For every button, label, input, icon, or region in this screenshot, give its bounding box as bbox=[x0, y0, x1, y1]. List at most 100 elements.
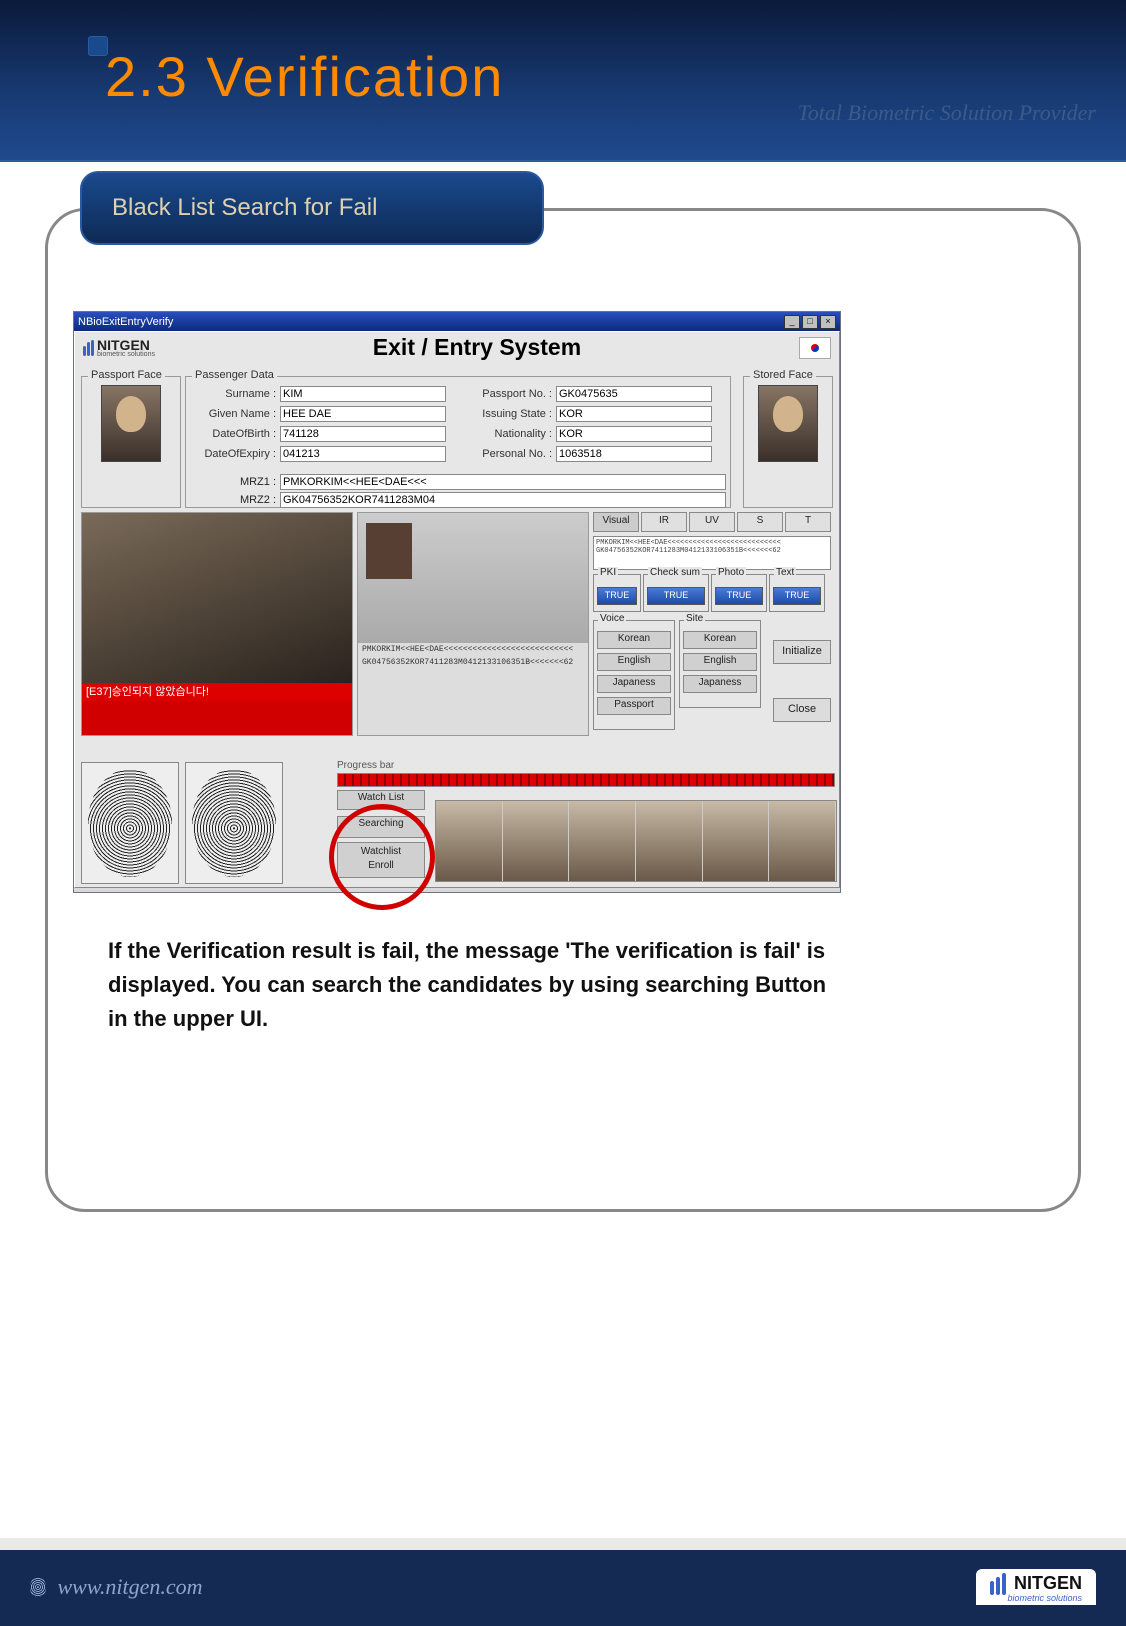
app-title: Exit / Entry System bbox=[165, 334, 789, 361]
dob-input[interactable] bbox=[280, 426, 446, 442]
fingerprint-row bbox=[81, 762, 283, 884]
camera-pane: [E37]승인되지 않았습니다! bbox=[81, 512, 353, 736]
voice-english-button[interactable]: English bbox=[597, 653, 671, 671]
site-japanese-button[interactable]: Japaness bbox=[683, 675, 757, 693]
nat-input[interactable] bbox=[556, 426, 712, 442]
passport-scan-pane: PMKORKIM<<HEE<DAE<<<<<<<<<<<<<<<<<<<<<<<… bbox=[357, 512, 589, 736]
slide-footer: www.nitgen.com NITGEN biometric solution… bbox=[0, 1538, 1126, 1626]
progress-bar bbox=[337, 773, 835, 787]
stored-face-group: Stored Face bbox=[743, 376, 833, 508]
voice-korean-button[interactable]: Korean bbox=[597, 631, 671, 649]
error-band bbox=[82, 701, 352, 735]
passenger-data-legend: Passenger Data bbox=[192, 369, 277, 381]
fingerprint-1 bbox=[81, 762, 179, 884]
passport-scan-image bbox=[358, 513, 588, 643]
tagline: Total Biometric Solution Provider bbox=[798, 100, 1096, 126]
state-label: Issuing State : bbox=[466, 408, 556, 420]
mrz-preview: PMKORKIM<<HEE<DAE<<<<<<<<<<<<<<<<<<<<<<<… bbox=[593, 536, 831, 570]
text-value: TRUE bbox=[773, 587, 821, 605]
stored-face-photo bbox=[758, 385, 818, 462]
progress-label: Progress bar bbox=[337, 760, 835, 771]
mrz1-input[interactable] bbox=[280, 474, 726, 490]
mrz2-input[interactable] bbox=[280, 492, 726, 508]
tab-visual[interactable]: Visual bbox=[593, 512, 639, 532]
scan-mrz-line2: GK04756352KOR7411283M0412133106351B<<<<<… bbox=[358, 656, 588, 669]
pno-label: Personal No. : bbox=[466, 448, 556, 460]
checksum-value: TRUE bbox=[647, 587, 705, 605]
pno-input[interactable] bbox=[556, 446, 712, 462]
pki-label: PKI bbox=[598, 567, 618, 578]
voice-passport-button[interactable]: Passport bbox=[597, 697, 671, 715]
highlight-circle-icon bbox=[329, 804, 435, 910]
candidate-photo-2[interactable] bbox=[503, 801, 570, 881]
brand-sub: biometric solutions bbox=[97, 351, 155, 358]
doe-input[interactable] bbox=[280, 446, 446, 462]
slide-title: 2.3 Verification bbox=[105, 44, 504, 109]
close-window-button[interactable]: × bbox=[820, 315, 836, 329]
checksum-label: Check sum bbox=[648, 567, 702, 578]
minimize-button[interactable]: _ bbox=[784, 315, 800, 329]
pki-value: TRUE bbox=[597, 587, 637, 605]
dob-label: DateOfBirth : bbox=[190, 428, 280, 440]
site-korean-button[interactable]: Korean bbox=[683, 631, 757, 649]
inspection-pane: Visual IR UV S T PMKORKIM<<HEE<DAE<<<<<<… bbox=[593, 512, 831, 734]
candidate-photo-6[interactable] bbox=[769, 801, 836, 881]
text-label: Text bbox=[774, 567, 796, 578]
given-label: Given Name : bbox=[190, 408, 280, 420]
progress-group: Progress bar bbox=[337, 760, 835, 787]
footer-url-text: www.nitgen.com bbox=[58, 1574, 203, 1599]
tab-uv[interactable]: UV bbox=[689, 512, 735, 532]
slide-note: If the Verification result is fail, the … bbox=[108, 934, 828, 1036]
photo-value: TRUE bbox=[715, 587, 763, 605]
footer-logo: NITGEN biometric solutions bbox=[976, 1569, 1096, 1606]
candidate-strip bbox=[435, 800, 837, 882]
passport-face-photo bbox=[101, 385, 161, 462]
error-message: [E37]승인되지 않았습니다! bbox=[82, 683, 352, 701]
text-group: Text TRUE bbox=[769, 574, 825, 612]
ppno-input[interactable] bbox=[556, 386, 712, 402]
initialize-button[interactable]: Initialize bbox=[773, 640, 831, 664]
tab-t[interactable]: T bbox=[785, 512, 831, 532]
close-button[interactable]: Close bbox=[773, 698, 831, 722]
window-title: NBioExitEntryVerify bbox=[78, 316, 173, 328]
site-group: Site Korean English Japaness bbox=[679, 620, 761, 708]
doe-label: DateOfExpiry : bbox=[190, 448, 280, 460]
brand-logo: NITGEN biometric solutions bbox=[83, 337, 155, 358]
voice-group: Voice Korean English Japaness Passport bbox=[593, 620, 675, 730]
content-card: Black List Search for Fail NBioExitEntry… bbox=[45, 208, 1081, 1212]
korea-flag-icon bbox=[799, 337, 831, 359]
subsection-tab: Black List Search for Fail bbox=[80, 171, 544, 245]
pki-group: PKI TRUE bbox=[593, 574, 641, 612]
site-legend: Site bbox=[684, 613, 705, 624]
voice-japanese-button[interactable]: Japaness bbox=[597, 675, 671, 693]
nat-label: Nationality : bbox=[466, 428, 556, 440]
state-input[interactable] bbox=[556, 406, 712, 422]
candidate-photo-5[interactable] bbox=[703, 801, 770, 881]
site-english-button[interactable]: English bbox=[683, 653, 757, 671]
photo-label: Photo bbox=[716, 567, 746, 578]
scan-mrz-line1: PMKORKIM<<HEE<DAE<<<<<<<<<<<<<<<<<<<<<<<… bbox=[358, 643, 588, 656]
candidate-photo-3[interactable] bbox=[569, 801, 636, 881]
passport-face-group: Passport Face bbox=[81, 376, 181, 508]
fingerprint-icon bbox=[30, 1577, 46, 1597]
fingerprint-2 bbox=[185, 762, 283, 884]
mrz2-label: MRZ2 : bbox=[190, 494, 280, 506]
scan-photo bbox=[366, 523, 412, 579]
voice-legend: Voice bbox=[598, 613, 626, 624]
candidate-photo-4[interactable] bbox=[636, 801, 703, 881]
surname-label: Surname : bbox=[190, 388, 280, 400]
footer-url: www.nitgen.com bbox=[30, 1574, 203, 1600]
given-input[interactable] bbox=[280, 406, 446, 422]
passport-face-legend: Passport Face bbox=[88, 369, 165, 381]
app-window: NBioExitEntryVerify _ □ × NITGEN biometr… bbox=[73, 311, 841, 893]
checksum-group: Check sum TRUE bbox=[643, 574, 709, 612]
window-titlebar[interactable]: NBioExitEntryVerify _ □ × bbox=[74, 312, 840, 331]
candidate-photo-1[interactable] bbox=[436, 801, 503, 881]
tab-ir[interactable]: IR bbox=[641, 512, 687, 532]
footer-brand: NITGEN bbox=[1014, 1573, 1082, 1593]
surname-input[interactable] bbox=[280, 386, 446, 402]
photo-group: Photo TRUE bbox=[711, 574, 767, 612]
maximize-button[interactable]: □ bbox=[802, 315, 818, 329]
tab-s[interactable]: S bbox=[737, 512, 783, 532]
mrz1-label: MRZ1 : bbox=[190, 476, 280, 488]
